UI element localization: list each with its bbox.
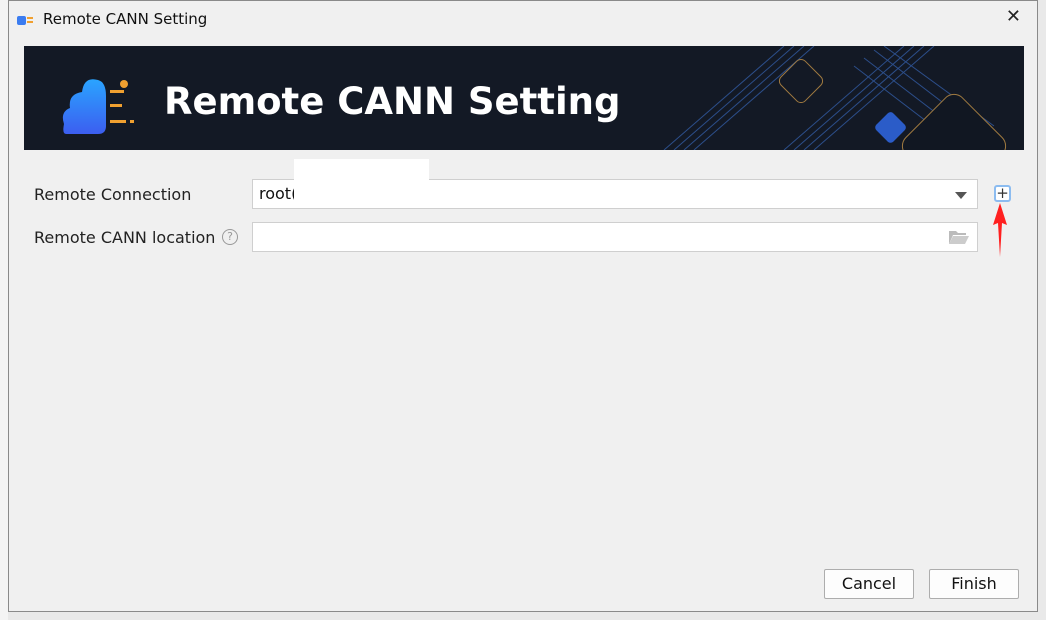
cancel-button[interactable]: Cancel [824, 569, 914, 599]
close-icon[interactable]: ✕ [1006, 6, 1021, 27]
chevron-down-icon[interactable] [955, 192, 967, 199]
folder-open-icon[interactable] [949, 230, 969, 244]
finish-button[interactable]: Finish [929, 569, 1019, 599]
title-bar: Remote CANN Setting ✕ [9, 1, 1037, 37]
add-connection-button[interactable]: + [994, 185, 1011, 202]
banner-title: Remote CANN Setting [164, 80, 621, 123]
banner: Remote CANN Setting [24, 46, 1024, 150]
remote-connection-value-prefix: root( [259, 184, 298, 203]
remote-connection-label: Remote Connection [34, 185, 192, 204]
app-logo-icon [17, 16, 33, 25]
window-title: Remote CANN Setting [43, 10, 208, 28]
background-window [0, 0, 8, 620]
remote-cann-setting-dialog: Remote CANN Setting ✕ Remote CANN Settin… [8, 0, 1038, 612]
red-arrow-annotation [993, 203, 1007, 257]
cann-location-input[interactable] [252, 222, 978, 252]
redaction-box [294, 159, 429, 205]
help-icon[interactable]: ? [222, 229, 238, 245]
cann-location-label: Remote CANN location [34, 228, 216, 247]
cann-logo-icon [62, 79, 134, 134]
